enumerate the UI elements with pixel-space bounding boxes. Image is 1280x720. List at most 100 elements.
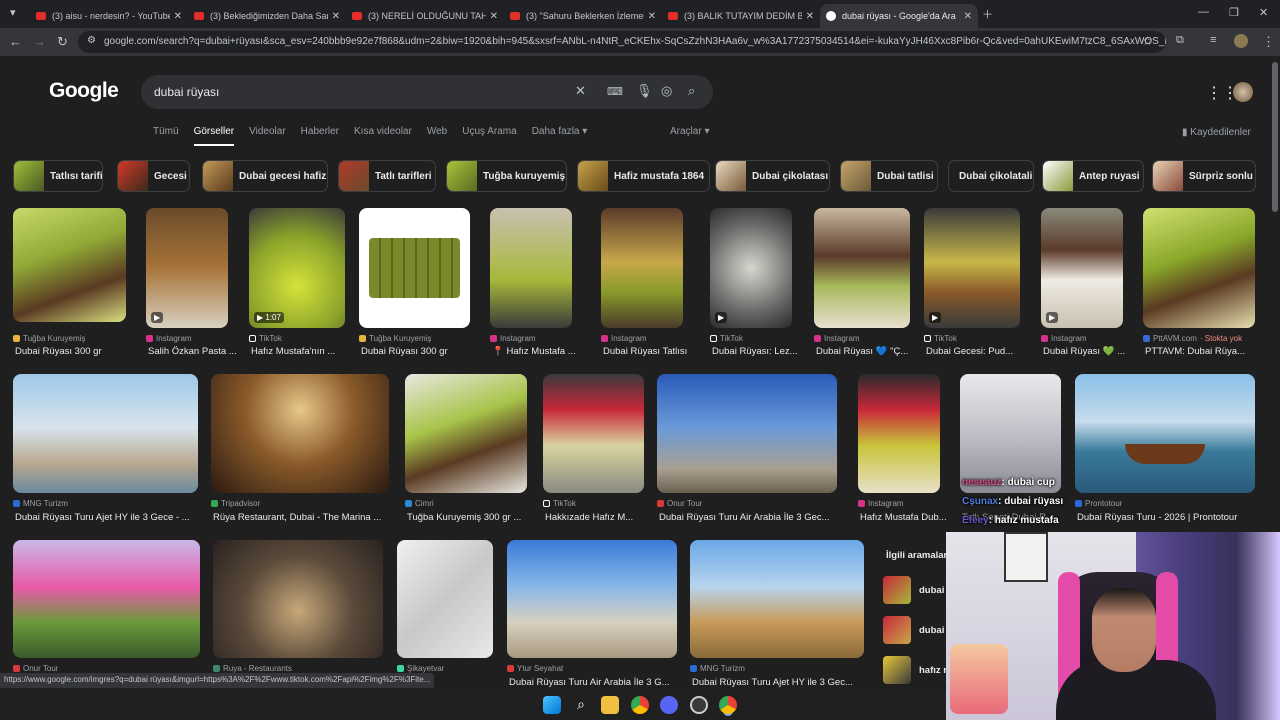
result-title[interactable]: Dubai Rüyası Turu - 2026 | Prontotour — [1077, 512, 1257, 523]
result-title[interactable]: Rüya Restaurant, Dubai - The Marina ... — [213, 512, 391, 523]
chrome-active-icon[interactable] — [719, 696, 737, 714]
site-info-icon[interactable]: ⚙ — [87, 35, 96, 46]
tab-images[interactable]: Görseller — [193, 126, 235, 146]
account-avatar[interactable] — [1233, 82, 1253, 102]
close-tab-icon[interactable]: ✕ — [490, 11, 498, 22]
tab-short-videos[interactable]: Kısa videolar — [354, 126, 412, 146]
lens-icon[interactable]: ◎ — [661, 83, 672, 99]
result-image[interactable]: ▶ — [146, 208, 228, 328]
tab-web[interactable]: Web — [427, 126, 447, 146]
browser-tab[interactable]: (3) NERELİ OLDUĞUNU TAHMİ ✕ — [346, 4, 504, 28]
result-image[interactable] — [405, 374, 527, 493]
result-title[interactable]: Dubai Rüyası Turu Ajet HY ile 3 Gece - .… — [15, 512, 200, 523]
browser-tab[interactable]: (3) "Sahuru Beklerken İzlemelik ✕ — [504, 4, 662, 28]
close-window-icon[interactable]: ✕ — [1259, 6, 1268, 19]
related-chip[interactable]: Dubai tatlisi — [840, 160, 938, 192]
result-image[interactable] — [359, 208, 470, 328]
forward-icon[interactable]: → — [33, 34, 46, 49]
result-image[interactable] — [507, 540, 677, 658]
scrollbar-thumb[interactable] — [1272, 62, 1278, 212]
related-chip[interactable]: Tuğba kuruyemiş — [446, 160, 567, 192]
close-tab-icon[interactable]: ✕ — [332, 11, 340, 22]
close-tab-icon[interactable]: ✕ — [806, 11, 814, 22]
result-image[interactable] — [858, 374, 940, 493]
tools-button[interactable]: Araçlar ▾ — [670, 126, 709, 137]
search-icon[interactable]: ⌕ — [572, 696, 590, 714]
related-chip[interactable]: Hafiz mustafa 1864 — [577, 160, 710, 192]
extensions-icon[interactable]: ⧉ — [1176, 34, 1184, 47]
result-image[interactable] — [814, 208, 910, 328]
related-chip[interactable]: Antep ruyasi — [1042, 160, 1144, 192]
minimize-icon[interactable]: — — [1198, 6, 1209, 18]
tab-more[interactable]: Daha fazla ▾ — [532, 126, 588, 146]
result-title[interactable]: Dubai Rüyası Turu Air Arabia İle 3 G... — [509, 677, 679, 688]
tab-news[interactable]: Haberler — [301, 126, 339, 146]
result-title[interactable]: Hakkızade Hafız M... — [545, 512, 646, 523]
address-bar[interactable]: ⚙ google.com/search?q=dubai+rüyası&sca_e… — [78, 31, 1166, 53]
reading-list-icon[interactable]: ≡ — [1210, 34, 1216, 46]
browser-tab[interactable]: (3) aisu - nerdesin? - YouTube ✕ — [30, 4, 188, 28]
result-image[interactable] — [213, 540, 383, 658]
result-image[interactable] — [601, 208, 683, 328]
result-image[interactable] — [13, 540, 200, 658]
microphone-icon[interactable]: 🎙 — [636, 83, 653, 99]
result-title[interactable]: Dubai Rüyası Tatlısı — [603, 346, 703, 357]
windows-start-icon[interactable] — [543, 696, 561, 714]
tab-videos[interactable]: Videolar — [249, 126, 286, 146]
browser-tab[interactable]: (3) BALIK TUTAYIM DEDİM BAL ✕ — [662, 4, 820, 28]
profile-avatar[interactable] — [1234, 34, 1248, 48]
related-chip[interactable]: Sürpriz sonlu — [1152, 160, 1256, 192]
google-logo[interactable]: Google — [49, 79, 119, 103]
restore-icon[interactable]: ❐ — [1229, 6, 1239, 19]
browser-tab[interactable]: (3) Beklediğimizden Daha Sam ✕ — [188, 4, 346, 28]
result-image[interactable] — [1143, 208, 1255, 328]
result-image[interactable] — [211, 374, 389, 493]
related-chip[interactable]: Dubai gecesi hafiz — [202, 160, 328, 192]
result-image[interactable] — [397, 540, 493, 658]
browser-tab-active[interactable]: dubai rüyası - Google'da Ara ✕ — [820, 4, 978, 28]
result-title[interactable]: Dubai Rüyası 300 gr — [15, 346, 128, 357]
result-title[interactable]: 📍 Hafız Mustafa ... — [492, 346, 584, 357]
search-icon[interactable]: ⌕ — [688, 83, 695, 99]
search-box[interactable]: dubai rüyası ✕ ⌨ 🎙 ◎ ⌕ — [141, 75, 713, 109]
result-title[interactable]: Hafız Mustafa'nın ... — [251, 346, 347, 357]
tab-all[interactable]: Tümü — [153, 126, 179, 146]
result-image[interactable] — [960, 374, 1061, 493]
tab-search-icon[interactable]: ▾ — [10, 6, 16, 19]
new-tab-icon[interactable]: ＋ — [982, 6, 993, 22]
related-chip[interactable]: Tatlısı tarifi — [13, 160, 103, 192]
result-image[interactable] — [657, 374, 837, 493]
result-title[interactable]: Dubai Rüyası 300 gr — [361, 346, 472, 357]
result-image[interactable] — [543, 374, 644, 493]
result-image[interactable]: ▶ 1:07 — [249, 208, 345, 328]
menu-icon[interactable]: ⋮ — [1262, 34, 1275, 50]
result-title[interactable]: Dubai Rüyası Turu Air Arabia İle 3 Gec..… — [659, 512, 839, 523]
result-title[interactable]: Dubai Rüyası 💙 "Ç... — [816, 346, 912, 357]
result-title[interactable]: PTTAVM: Dubai Rüya... — [1145, 346, 1257, 357]
result-title[interactable]: Tuğba Kuruyemiş 300 gr ... — [407, 512, 529, 523]
result-image[interactable] — [13, 208, 126, 322]
result-image[interactable]: ▶ — [710, 208, 792, 328]
file-explorer-icon[interactable] — [601, 696, 619, 714]
result-image[interactable]: ▶ — [1041, 208, 1123, 328]
result-image[interactable]: ▶ — [924, 208, 1020, 328]
related-chip[interactable]: Dubai çikolatası — [715, 160, 830, 192]
close-tab-icon[interactable]: ✕ — [964, 11, 972, 22]
obs-icon[interactable] — [690, 696, 708, 714]
saved-button[interactable]: ▮ Kaydedilenler — [1182, 127, 1251, 138]
related-chip[interactable]: Gecesi — [117, 160, 190, 192]
result-title[interactable]: Dubai Rüyası Turu Ajet HY ile 3 Gec... — [692, 677, 866, 688]
keyboard-icon[interactable]: ⌨ — [607, 85, 623, 98]
result-image[interactable] — [490, 208, 572, 328]
close-tab-icon[interactable]: ✕ — [174, 11, 182, 22]
clear-search-icon[interactable]: ✕ — [575, 83, 586, 99]
related-chip[interactable]: Tatlı tarifleri — [338, 160, 436, 192]
result-image[interactable] — [690, 540, 864, 658]
result-title[interactable]: Dubai Gecesi: Pud... — [926, 346, 1022, 357]
related-chip[interactable]: Dubai çikolatali — [948, 160, 1034, 192]
discord-icon[interactable] — [660, 696, 678, 714]
close-tab-icon[interactable]: ✕ — [648, 11, 656, 22]
back-icon[interactable]: ← — [9, 34, 22, 49]
result-image[interactable] — [13, 374, 198, 493]
result-title[interactable]: Dubai Rüyası 💚 ... — [1043, 346, 1135, 357]
